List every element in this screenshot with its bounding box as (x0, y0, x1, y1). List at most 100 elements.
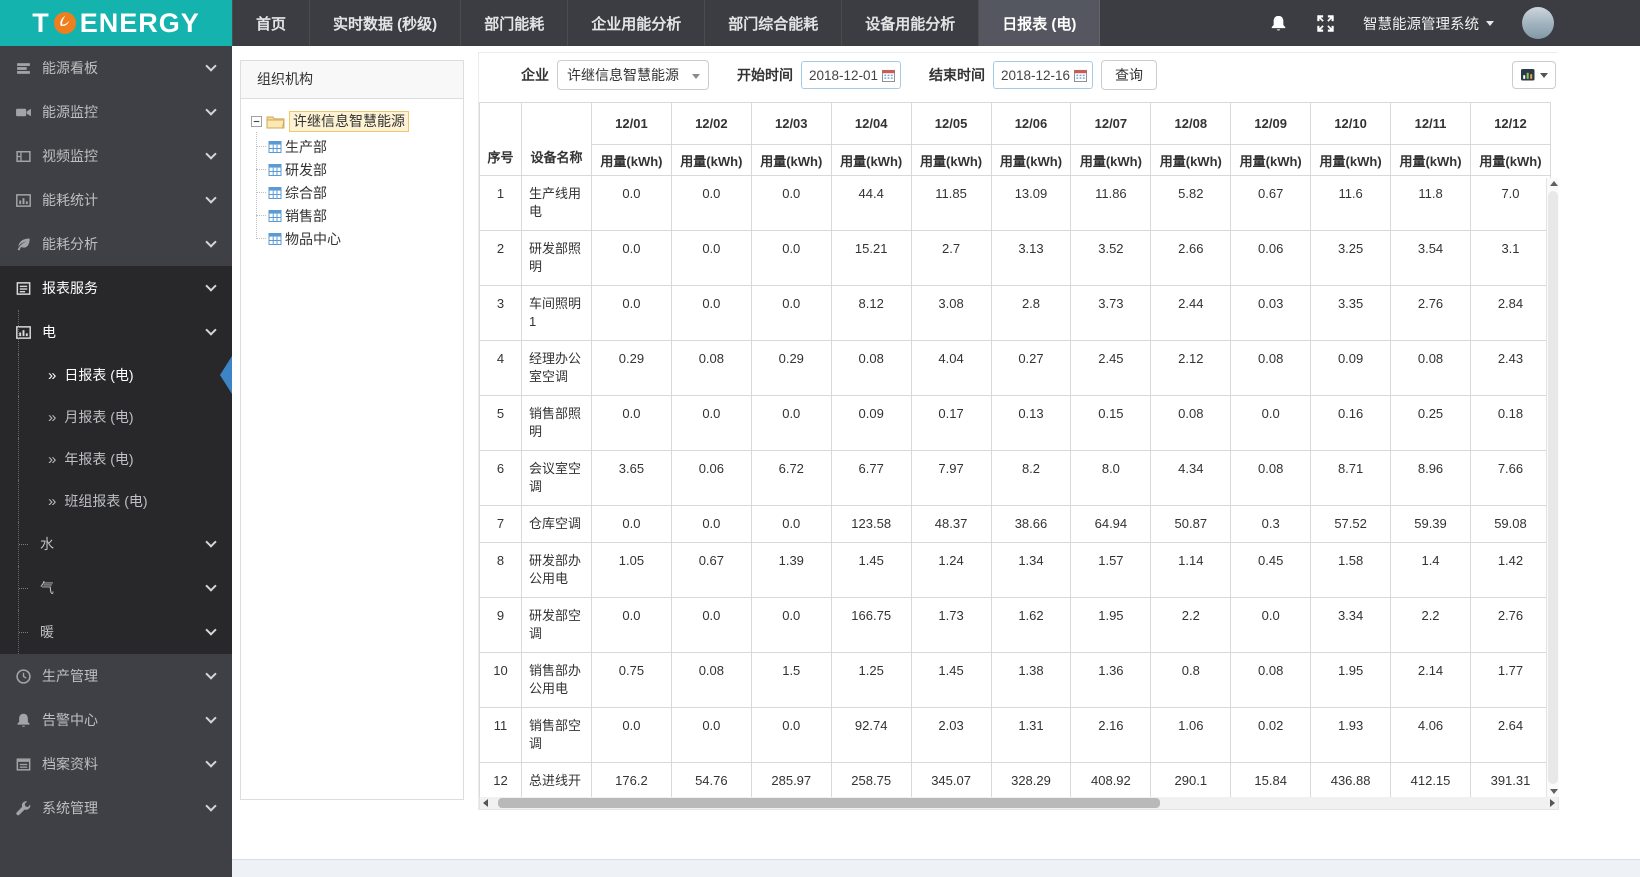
vertical-scrollbar[interactable] (1546, 178, 1559, 797)
tree-node[interactable]: 生产部 (256, 135, 457, 158)
end-date-input[interactable]: 2018-12-16 (993, 61, 1093, 89)
calendar-icon[interactable] (882, 69, 895, 82)
nav-tab[interactable]: 部门能耗 (461, 0, 569, 46)
nav-tab[interactable]: 实时数据 (秒级) (310, 0, 462, 46)
collapse-expander-icon[interactable] (251, 116, 262, 127)
cell-value: 8.0 (1070, 450, 1152, 506)
table-row: 8 研发部办公用电 1.05 0.67 1.39 1.45 1.24 1.34 1.57 1.14… (479, 542, 1552, 598)
cell-value: 6.77 (830, 450, 912, 506)
top-bar: T ENERGY 首页 实时数据 (秒级) 部门能耗 企业用能分析 部门综合能耗 设备用能… (0, 0, 1640, 46)
cell-value: 6.72 (750, 450, 832, 506)
tree-node[interactable]: 研发部 (256, 158, 457, 181)
nav-tab[interactable]: 日报表 (电) (979, 0, 1101, 46)
system-title-menu[interactable]: 智慧能源管理系统 (1363, 13, 1494, 34)
column-header-usage: 用量(kWh) (670, 144, 752, 176)
scroll-up-icon[interactable] (1550, 181, 1558, 186)
sidebar-item[interactable]: 能源监控 (0, 90, 232, 134)
sidebar-item[interactable]: 电 (0, 310, 232, 354)
query-button[interactable]: 查询 (1101, 60, 1157, 90)
sidebar-item[interactable]: 告警中心 (0, 698, 232, 742)
report-panel: 企业 许继信息智慧能源 开始时间 2018-12-01 结束时间 2018-12… (478, 52, 1559, 810)
column-header-date: 12/05 (910, 102, 992, 145)
cell-value: 176.2 (591, 762, 672, 797)
cell-value: 2.12 (1150, 340, 1232, 396)
scroll-down-icon[interactable] (1550, 789, 1558, 794)
cell-value: 64.94 (1070, 505, 1152, 543)
app-logo: T ENERGY (0, 0, 232, 46)
nav-tab[interactable]: 首页 (232, 0, 311, 46)
calendar-icon[interactable] (1074, 69, 1087, 82)
cell-value: 7.97 (910, 450, 992, 506)
sidebar-item-label: 能耗分析 (42, 236, 98, 252)
vertical-scroll-thumb[interactable] (1548, 191, 1558, 784)
cell-value: 412.15 (1390, 762, 1471, 797)
cell-value: 1.14 (1150, 542, 1232, 598)
scroll-left-icon[interactable] (483, 799, 488, 807)
cell-seq: 11 (479, 707, 522, 763)
cell-device-name: 研发部办公用电 (521, 542, 592, 598)
top-right-tools: 智慧能源管理系统 (1269, 0, 1640, 46)
chevron-down-icon (205, 624, 217, 636)
column-header-date: 12/10 (1310, 102, 1392, 145)
column-header-date: 12/08 (1150, 102, 1232, 145)
footer-strip (232, 859, 1640, 877)
cell-value: 0.08 (1230, 652, 1312, 708)
chevron-down-icon (205, 104, 217, 116)
bell-notification-icon[interactable] (1269, 14, 1288, 33)
sidebar-item[interactable]: 能耗统计 (0, 178, 232, 222)
cell-value: 3.1 (1469, 230, 1552, 286)
cell-value: 13.09 (990, 175, 1072, 231)
cell-value: 0.08 (1150, 395, 1232, 451)
sidebar-item[interactable]: » 月报表 (电) (0, 396, 232, 438)
company-select[interactable]: 许继信息智慧能源 (557, 60, 709, 90)
export-button[interactable] (1512, 61, 1556, 89)
chevron-down-icon (205, 324, 217, 336)
horizontal-scroll-thumb[interactable] (498, 798, 1160, 808)
cell-value: 408.92 (1070, 762, 1152, 797)
tree-stub-icon (19, 632, 28, 633)
sidebar-item[interactable]: 能源看板 (0, 46, 232, 90)
cell-value: 0.09 (1310, 340, 1392, 396)
sidebar-item[interactable]: 水 (0, 522, 232, 566)
sidebar-item[interactable]: 能耗分析 (0, 222, 232, 266)
sidebar-item[interactable]: 气 (0, 566, 232, 610)
cell-value: 0.0 (591, 230, 672, 286)
tree-node[interactable]: 物品中心 (256, 227, 457, 250)
cell-value: 0.08 (830, 340, 912, 396)
fullscreen-icon[interactable] (1316, 14, 1335, 33)
chevron-down-icon (205, 148, 217, 160)
start-date-input[interactable]: 2018-12-01 (801, 61, 901, 89)
scroll-right-icon[interactable] (1550, 799, 1555, 807)
sidebar-item[interactable]: » 年报表 (电) (0, 438, 232, 480)
cell-value: 2.7 (910, 230, 992, 286)
cell-value: 3.13 (990, 230, 1072, 286)
nav-tab[interactable]: 部门综合能耗 (705, 0, 843, 46)
cell-value: 0.0 (750, 707, 832, 763)
nav-tab[interactable]: 设备用能分析 (842, 0, 980, 46)
sidebar-item[interactable]: 视频监控 (0, 134, 232, 178)
sidebar-item[interactable]: » 日报表 (电) (0, 354, 232, 396)
sidebar-item[interactable]: 档案资料 (0, 742, 232, 786)
sidebar-item[interactable]: 暖 (0, 610, 232, 654)
nav-tab[interactable]: 企业用能分析 (568, 0, 706, 46)
cell-value: 0.0 (750, 230, 832, 286)
sidebar-item[interactable]: 报表服务 (0, 266, 232, 310)
horizontal-scrollbar[interactable] (479, 797, 1559, 810)
export-icon (1520, 67, 1536, 83)
cell-value: 1.24 (910, 542, 992, 598)
tree-root-node[interactable]: 许继信息智慧能源 (251, 111, 457, 132)
sidebar-item[interactable]: 生产管理 (0, 654, 232, 698)
column-header-date: 12/03 (750, 102, 832, 145)
cell-value: 1.25 (830, 652, 912, 708)
cell-value: 0.0 (591, 395, 672, 451)
tree-node[interactable]: 销售部 (256, 204, 457, 227)
sidebar-item[interactable]: 系统管理 (0, 786, 232, 830)
camera-icon (14, 104, 32, 121)
avatar[interactable] (1522, 7, 1554, 39)
cell-value: 1.45 (910, 652, 992, 708)
cell-value: 0.09 (830, 395, 912, 451)
cell-value: 1.57 (1070, 542, 1152, 598)
chevron-down-icon (205, 668, 217, 680)
tree-node[interactable]: 综合部 (256, 181, 457, 204)
sidebar-item[interactable]: » 班组报表 (电) (0, 480, 232, 522)
